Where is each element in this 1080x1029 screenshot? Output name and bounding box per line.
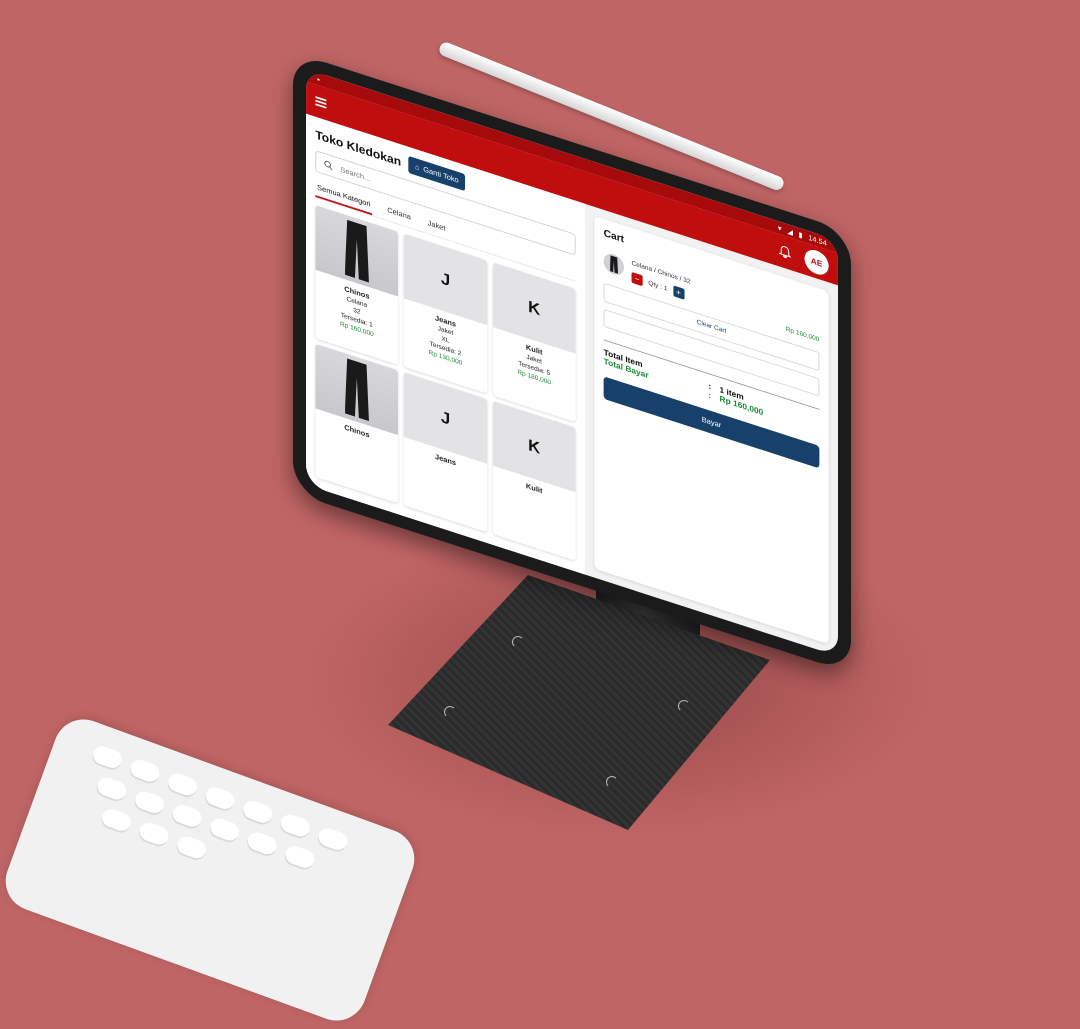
wifi-icon: ▾: [777, 223, 782, 233]
stand-marker: [512, 636, 524, 648]
keyboard-key: [169, 802, 205, 832]
product-card[interactable]: K Kulit Jaket Tersedia: 5 Rp 180,000: [492, 262, 576, 423]
product-card[interactable]: Chinos: [315, 343, 399, 504]
keyboard-key: [202, 784, 238, 814]
keyboard-key: [127, 757, 163, 787]
pants-image: [345, 358, 369, 422]
pants-image: [610, 255, 618, 274]
product-card[interactable]: Chinos Celana 32 Tersedia: 1 Rp 160,000: [315, 205, 399, 365]
battery-icon: ▮: [798, 229, 803, 240]
keyboard-key: [277, 811, 313, 841]
product-card[interactable]: K Kulit: [492, 400, 576, 561]
keyboard-key: [282, 843, 318, 873]
tab-celana[interactable]: Celana: [385, 202, 412, 229]
cart-item-qty: Qty : 1: [648, 279, 668, 293]
stand-marker: [678, 700, 690, 712]
pants-image: [345, 219, 369, 283]
cart-item-price: Rp 160,000: [785, 326, 820, 344]
keyboard-key: [94, 774, 130, 805]
keyboard-key: [206, 816, 242, 846]
hamburger-menu-icon[interactable]: [315, 96, 327, 109]
keyboard-key: [239, 798, 275, 828]
decrease-qty-button[interactable]: −: [631, 271, 643, 287]
product-card[interactable]: J Jeans Jaket XL Tersedia: 2 Rp 130,000: [403, 233, 488, 394]
total-pay-separator: :: [708, 390, 712, 401]
keyboard-key: [315, 825, 351, 855]
stand-marker: [606, 776, 618, 788]
cart-item-thumbnail: [603, 251, 625, 278]
keyboard-key: [89, 743, 125, 773]
notification-icon: ▪: [317, 74, 320, 84]
cart-panel: Cart Celana / Chinos / 32 − Qty : 1 + Rp…: [594, 215, 829, 645]
keyboard-key: [98, 806, 134, 836]
increase-qty-button[interactable]: +: [673, 285, 685, 300]
stand-marker: [444, 706, 456, 718]
signal-icon: ◢: [787, 226, 793, 237]
keyboard-key: [164, 770, 200, 800]
product-card[interactable]: J Jeans: [403, 372, 488, 533]
tab-jaket[interactable]: Jaket: [426, 215, 448, 240]
keyboard-key: [136, 820, 172, 850]
switch-store-label: Ganti Toko: [423, 165, 459, 185]
keyboard-key: [131, 788, 167, 818]
user-avatar[interactable]: AE: [804, 246, 829, 278]
bell-icon[interactable]: [778, 244, 792, 261]
store-icon: ⌂: [415, 162, 420, 173]
keyboard-key: [244, 829, 280, 859]
search-icon: [324, 160, 333, 171]
keyboard-key: [173, 833, 209, 863]
